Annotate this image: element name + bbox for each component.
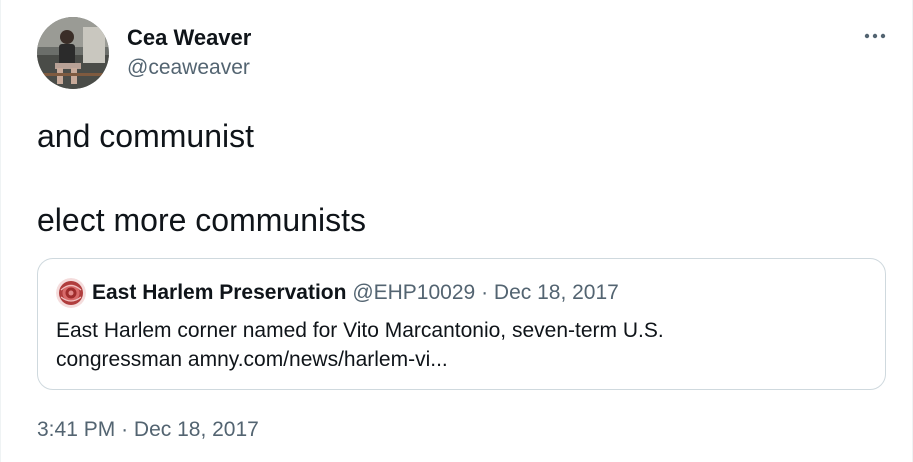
more-options-button[interactable] (860, 24, 890, 48)
more-horizontal-icon (864, 33, 886, 39)
quoted-link[interactable]: amny.com/news/harlem-vi... (188, 348, 448, 371)
tweet-detail: Cea Weaver @ceaweaver and communist elec… (0, 0, 913, 462)
timestamp-separator: · (121, 418, 129, 441)
quoted-tweet-header: East Harlem Preservation @EHP10029 · Dec… (92, 280, 619, 306)
tweet-text-line-2: elect more communists (37, 202, 366, 238)
quoted-tweet-date: Dec 18, 2017 (493, 281, 619, 304)
timestamp-time: 3:41 PM (37, 418, 116, 441)
author-avatar[interactable] (37, 17, 109, 89)
quoted-text-line-2: congressman amny.com/news/harlem-vi... (56, 345, 856, 374)
quoted-author-name: East Harlem Preservation (92, 281, 347, 304)
author-name[interactable]: Cea Weaver (127, 25, 251, 51)
author-handle[interactable]: @ceaweaver (127, 56, 250, 80)
tweet-text-line-1: and communist (37, 118, 254, 154)
profile-photo-icon (37, 17, 109, 89)
quoted-tweet-card[interactable]: East Harlem Preservation @EHP10029 · Dec… (37, 258, 886, 390)
timestamp-date: Dec 18, 2017 (133, 418, 259, 441)
quoted-author-handle: @EHP10029 (352, 281, 476, 304)
quoted-text-line-1: East Harlem corner named for Vito Marcan… (56, 319, 664, 342)
quoted-meta-separator: · (481, 281, 489, 304)
quoted-tweet-text: East Harlem corner named for Vito Marcan… (56, 316, 856, 374)
rose-logo-icon (56, 278, 86, 308)
quoted-author-avatar (56, 278, 86, 308)
quoted-text-prefix: congressman (56, 348, 183, 371)
tweet-timestamp[interactable]: 3:41 PM · Dec 18, 2017 (37, 418, 259, 442)
